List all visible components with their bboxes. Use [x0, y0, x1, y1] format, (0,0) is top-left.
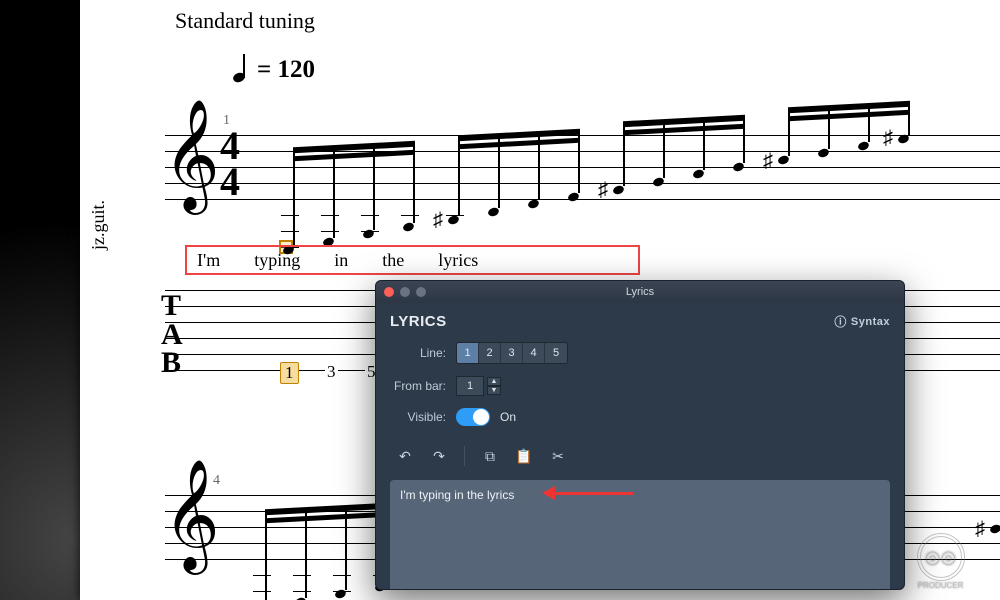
line-option-1[interactable]: 1: [457, 343, 479, 363]
lyrics-textarea[interactable]: I'm typing in the lyrics: [390, 480, 890, 590]
copy-icon[interactable]: ⧉: [479, 446, 501, 466]
lyrics-text-content: I'm typing in the lyrics: [400, 488, 514, 502]
lyric-syllable: the: [382, 250, 404, 271]
visible-toggle[interactable]: [456, 408, 490, 426]
line-option-3[interactable]: 3: [501, 343, 523, 363]
tab-fret-selected[interactable]: 1: [280, 362, 299, 384]
tab-label: T A B: [161, 292, 184, 378]
line-row: Line: 1 2 3 4 5: [390, 342, 890, 364]
line-segmented[interactable]: 1 2 3 4 5: [456, 342, 568, 364]
time-signature: 44: [220, 128, 240, 200]
lyric-syllable: typing: [254, 250, 300, 271]
line-option-4[interactable]: 4: [523, 343, 545, 363]
tab-fret[interactable]: 3: [325, 362, 338, 382]
quarter-note-icon: [235, 55, 249, 85]
instrument-label: jz.guit.: [88, 200, 109, 250]
watermark: ◎◎ PRODUCER: [893, 530, 988, 590]
from-bar-row: From bar: 1 ▲ ▼: [390, 376, 890, 396]
stepper-up-icon[interactable]: ▲: [487, 377, 501, 386]
syntax-link[interactable]: Syntax: [834, 313, 890, 330]
treble-clef-icon: 𝄞: [163, 107, 220, 203]
visible-state: On: [500, 410, 516, 424]
lyric-syllable: I'm: [197, 250, 220, 271]
treble-clef-icon: 𝄞: [163, 467, 220, 563]
panel-body: LYRICS Syntax Line: 1 2 3 4 5 From bar: …: [376, 303, 904, 590]
redo-icon[interactable]: ↷: [428, 446, 450, 466]
panel-window-title: Lyrics: [376, 286, 904, 298]
lyric-syllable: in: [334, 250, 348, 271]
tempo-value: = 120: [257, 56, 315, 84]
tuning-text: Standard tuning: [175, 8, 315, 34]
panel-toolbar: ↶ ↷ ⧉ 📋 ✂: [390, 440, 890, 472]
cut-icon[interactable]: ✂: [547, 446, 569, 466]
visible-label: Visible:: [390, 410, 446, 424]
line-option-5[interactable]: 5: [545, 343, 567, 363]
annotation-arrow: [538, 486, 633, 500]
visible-row: Visible: On: [390, 408, 890, 426]
line-label: Line:: [390, 346, 446, 360]
lyrics-panel[interactable]: Lyrics LYRICS Syntax Line: 1 2 3 4 5 Fro…: [375, 280, 905, 590]
stepper-down-icon[interactable]: ▼: [487, 386, 501, 395]
line-option-2[interactable]: 2: [479, 343, 501, 363]
lyric-syllable: lyrics: [438, 250, 478, 271]
undo-icon[interactable]: ↶: [394, 446, 416, 466]
tempo-mark: = 120: [235, 55, 315, 85]
panel-heading: LYRICS: [390, 313, 447, 330]
treble-staff-1[interactable]: 1 𝄞 44 ♯: [165, 135, 1000, 215]
from-bar-value[interactable]: 1: [456, 376, 484, 396]
lyrics-under-staff[interactable]: I'm typing in the lyrics: [185, 245, 640, 275]
paste-icon[interactable]: 📋: [513, 446, 535, 466]
from-bar-stepper[interactable]: 1 ▲ ▼: [456, 376, 501, 396]
from-bar-label: From bar:: [390, 379, 446, 393]
panel-titlebar[interactable]: Lyrics: [376, 281, 904, 303]
separator: [464, 446, 465, 466]
